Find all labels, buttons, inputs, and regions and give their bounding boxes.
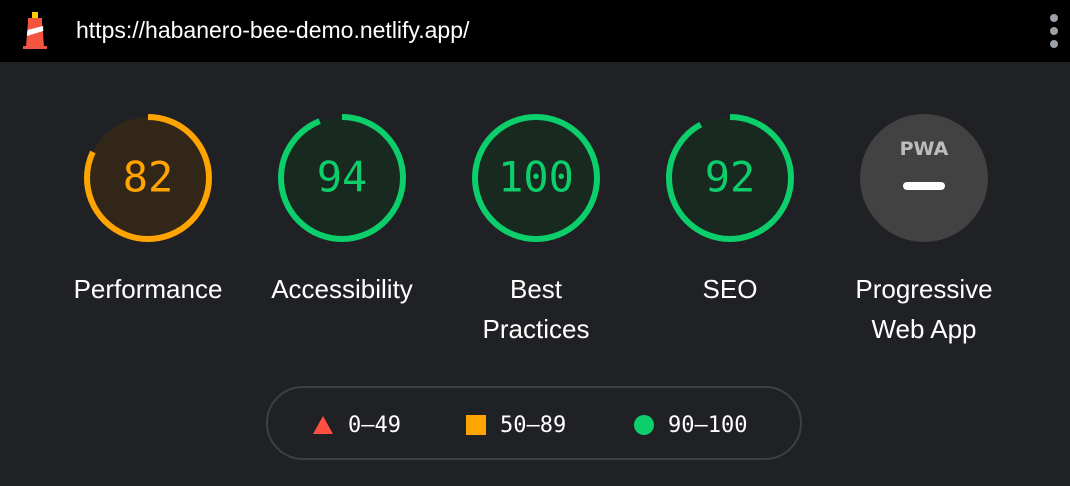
gauge-pwa[interactable]: PWA Progressive Web App xyxy=(824,112,1024,352)
gauge-accessibility-label: Accessibility xyxy=(271,274,413,304)
legend-fail-range: 0–49 xyxy=(348,412,401,438)
legend-average-range: 50–89 xyxy=(500,412,567,438)
gauge-best-practices-label-line-1: Best xyxy=(509,274,563,304)
score-legend: 0–49 50–89 90–100 xyxy=(266,386,802,460)
pwa-dash xyxy=(903,182,945,190)
gauge-seo-score: 92 xyxy=(705,153,756,202)
gauge-performance-score: 82 xyxy=(123,153,174,202)
legend-average: 50–89 xyxy=(466,412,566,438)
gauge-best-practices-ring: 100 xyxy=(472,114,600,242)
pwa-badge-icon: PWA xyxy=(860,114,988,242)
top-bar: https://habanero-bee-demo.netlify.app/ xyxy=(0,0,1070,62)
square-icon xyxy=(466,415,486,435)
gauge-best-practices-label: Best Practices xyxy=(436,269,636,349)
gauge-pwa-label: Progressive Web App xyxy=(824,269,1024,349)
more-vert-icon[interactable] xyxy=(1044,12,1064,50)
legend-fail: 0–49 xyxy=(312,412,401,438)
gauge-seo[interactable]: 92 SEO xyxy=(630,112,830,352)
pwa-badge-text: PWA xyxy=(900,138,949,160)
gauge-best-practices[interactable]: 100 Best Practices xyxy=(436,112,636,352)
lighthouse-icon xyxy=(23,12,47,49)
gauge-pwa-label-line-2: Web App xyxy=(871,314,977,344)
gauge-best-practices-label-line-2: Practices xyxy=(482,314,590,344)
page-url: https://habanero-bee-demo.netlify.app/ xyxy=(76,17,470,43)
legend-pass-range: 90–100 xyxy=(668,412,748,438)
gauge-best-practices-score: 100 xyxy=(498,153,574,202)
gauge-performance[interactable]: 82 Performance xyxy=(48,112,248,352)
gauge-accessibility[interactable]: 94 Accessibility xyxy=(242,112,442,352)
gauge-pwa-label-line-1: Progressive xyxy=(855,274,993,304)
circle-icon xyxy=(634,415,654,435)
gauge-seo-ring: 92 xyxy=(666,114,794,242)
gauge-seo-label: SEO xyxy=(702,274,758,304)
gauge-accessibility-ring: 94 xyxy=(278,114,406,242)
gauge-performance-label: Performance xyxy=(73,274,223,304)
legend-pass: 90–100 xyxy=(634,412,747,438)
gauge-accessibility-score: 94 xyxy=(317,153,368,202)
gauge-performance-ring: 82 xyxy=(84,114,212,242)
triangle-icon xyxy=(313,416,333,434)
